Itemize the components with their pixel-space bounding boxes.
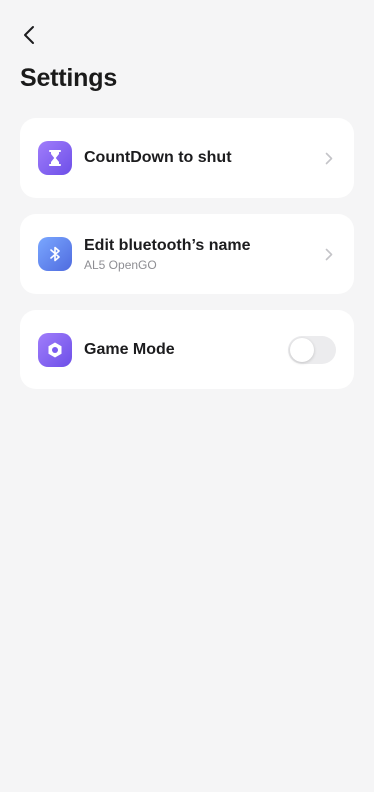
game-mode-icon [38, 332, 72, 367]
hourglass-icon [38, 141, 72, 175]
edit-bluetooth-name-item[interactable]: Edit bluetooth’s name AL5 OpenGO [20, 214, 354, 294]
bluetooth-icon [38, 237, 72, 271]
toggle-knob [290, 337, 314, 362]
countdown-to-shut-item[interactable]: CountDown to shut [20, 118, 354, 198]
game-mode-item-title: Game Mode [84, 340, 175, 358]
game-mode-toggle[interactable] [288, 335, 336, 364]
page-title: Settings [20, 64, 118, 92]
back-button[interactable] [14, 20, 44, 50]
countdown-item-title: CountDown to shut [84, 149, 232, 166]
bluetooth-item-title: Edit bluetooth’s name [84, 236, 251, 254]
bluetooth-device-name: AL5 OpenGO [84, 257, 157, 272]
chevron-left-icon [24, 26, 34, 44]
chevron-right-icon [322, 151, 336, 165]
chevron-right-icon [322, 247, 336, 261]
game-mode-item: Game Mode [20, 310, 354, 389]
